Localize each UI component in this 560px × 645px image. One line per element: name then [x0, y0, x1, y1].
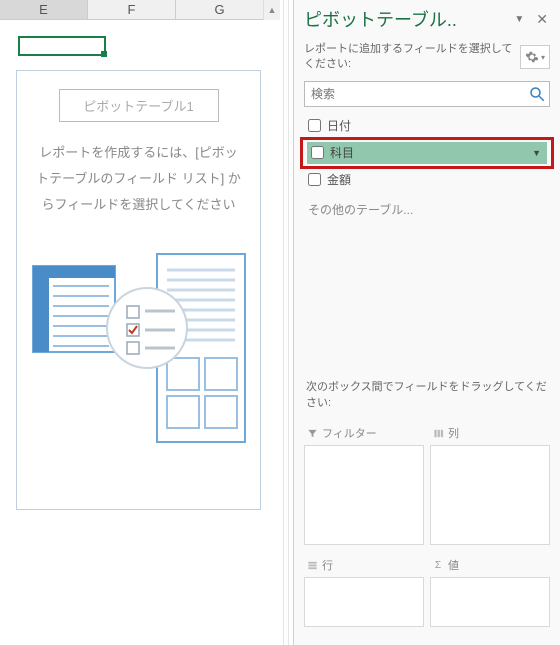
pane-title: ピボットテーブル..: [304, 6, 506, 32]
field-label: 科目: [330, 144, 354, 161]
field-label: 日付: [327, 117, 351, 134]
pane-sublabel: レポートに追加するフィールドを選択してください:: [304, 42, 520, 73]
scroll-up-button[interactable]: ▲: [263, 0, 280, 20]
active-cell[interactable]: [18, 36, 106, 56]
field-item-subject[interactable]: 科目 ▼: [307, 142, 547, 164]
values-drop-area[interactable]: [430, 577, 550, 627]
col-header-f[interactable]: F: [88, 0, 176, 19]
zone-label: 列: [448, 425, 459, 441]
search-icon[interactable]: [528, 85, 546, 103]
column-headers: E F G: [0, 0, 280, 20]
gear-icon: [525, 50, 539, 64]
columns-icon: [432, 427, 444, 439]
pane-menu-caret[interactable]: ▼: [506, 14, 532, 25]
filter-drop-area[interactable]: [304, 445, 424, 545]
zone-label: フィルター: [322, 425, 377, 441]
worksheet-area: E F G ▲ ピボットテーブル1 レポートを作成するには、[ピボットテーブルの…: [0, 0, 280, 645]
field-list: 日付: [294, 115, 560, 137]
close-icon[interactable]: ✕: [532, 11, 552, 28]
drag-instruction: 次のボックス間でフィールドをドラッグしてください:: [294, 370, 560, 415]
field-label: 金額: [327, 171, 351, 188]
columns-drop-area[interactable]: [430, 445, 550, 545]
zone-values: Σ 値: [430, 551, 550, 627]
field-checkbox-date[interactable]: [308, 119, 321, 132]
field-checkbox-amount[interactable]: [308, 173, 321, 186]
field-item-amount[interactable]: 金額: [304, 169, 550, 191]
col-header-g[interactable]: G: [176, 0, 264, 19]
rows-drop-area[interactable]: [304, 577, 424, 627]
zone-columns: 列: [430, 419, 550, 545]
zone-label: 行: [322, 557, 333, 573]
pane-splitter[interactable]: [283, 0, 289, 645]
field-item-date[interactable]: 日付: [304, 115, 550, 137]
search-input[interactable]: [304, 81, 550, 107]
pivot-placeholder-box: ピボットテーブル1 レポートを作成するには、[ピボットテーブルのフィールド リス…: [16, 70, 261, 510]
zone-filter: フィルター: [304, 419, 424, 545]
col-header-e[interactable]: E: [0, 0, 88, 19]
other-tables-link[interactable]: その他のテーブル...: [294, 191, 560, 228]
chevron-down-icon[interactable]: ▼: [532, 148, 541, 158]
sigma-icon: Σ: [432, 559, 444, 571]
field-checkbox-subject[interactable]: [311, 146, 324, 159]
pivot-placeholder-message: レポートを作成するには、[ピボットテーブルのフィールド リスト] からフィールド…: [27, 140, 250, 218]
highlighted-field-box: 科目 ▼: [300, 137, 554, 169]
zone-rows: 行: [304, 551, 424, 627]
filter-icon: [306, 427, 318, 439]
pivot-title: ピボットテーブル1: [59, 89, 219, 122]
rows-icon: [306, 559, 318, 571]
gear-button[interactable]: ▾: [520, 45, 550, 69]
zone-label: 値: [448, 557, 459, 573]
pivot-graphic: [27, 248, 250, 448]
pivot-fields-pane: ピボットテーブル.. ▼ ✕ レポートに追加するフィールドを選択してください: …: [293, 0, 560, 645]
